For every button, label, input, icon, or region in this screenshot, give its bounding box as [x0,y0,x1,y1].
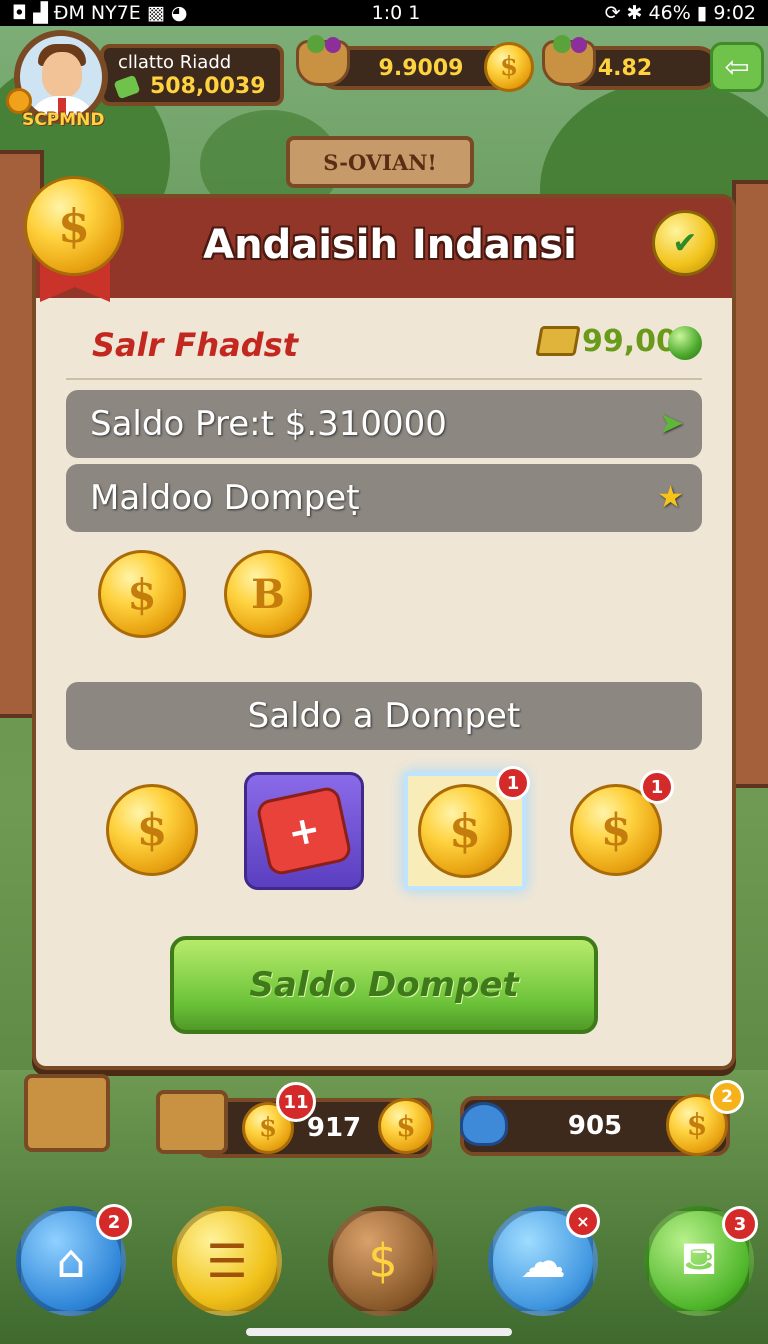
status-left: ◘ ▟ ÐM NY7E ▩ ◕ [12,2,188,24]
sign-label: S-OVIAN! [323,149,437,175]
wallet-row-label: Saldo a Dompet [247,696,521,736]
status-right-icons: ⟳ ✱ [604,2,643,24]
exit-arrow-icon: ⇦ [724,49,750,85]
rank-label: SCPMND [22,110,105,130]
blue-gem-icon [460,1102,508,1146]
dice-icon: + [255,785,353,877]
notification-badge: 1 [640,770,674,804]
balance-row-1[interactable]: Saldo Pre:t $.310000 ➤ [66,390,702,458]
notification-badge: 2 [96,1204,132,1240]
map-chest-icon[interactable] [24,1074,110,1152]
status-bar: ◘ ▟ ÐM NY7E ▩ ◕ 1:0 1 ⟳ ✱ 46% ▮ 9:02 [0,0,768,26]
fruit-basket-icon [542,35,596,86]
profile-panel[interactable]: cllatto Riadd 508,0039 [100,44,284,106]
home-indicator[interactable] [246,1328,512,1336]
wallet-button[interactable]: Saldo Dompet [170,936,598,1034]
cash-green-icon [113,74,141,100]
clock: 9:02 [713,2,756,24]
coin-icon: $ [378,1098,434,1154]
notification-badge: 3 [722,1206,758,1242]
cards-icon: ☰ [206,1234,248,1288]
battery-percent: 46% [648,2,691,24]
coin-shop-button[interactable]: $ [328,1206,438,1316]
fruit-basket-icon [296,35,350,86]
coin-icon: $ [484,42,534,92]
sign-banner: S-OVIAN! [286,136,474,188]
notification-badge: 11 [276,1082,316,1122]
notification-badge: × [566,1204,600,1238]
dice-item-tile[interactable]: + [244,772,364,890]
ghost-icon: ☁ [520,1234,566,1288]
coin-dollar-icon[interactable]: $ [106,784,198,876]
cash-stack-icon [535,326,581,356]
coin-b-icon[interactable]: B [224,550,312,638]
resource-bar-2-value: 4.82 [597,55,653,81]
status-center: 1:0 1 [371,2,421,24]
balance-row-2-label: Maldoo Dompeṭ [90,478,360,518]
player-name: cllatto Riadd [118,52,232,73]
treasure-chest-icon[interactable] [156,1090,228,1154]
coin-dollar-icon[interactable]: $ [98,550,186,638]
cards-button[interactable]: ☰ [172,1206,282,1316]
balance-row-1-label: Saldo Pre:t $.310000 [90,404,447,444]
gem-counter-value: 905 [567,1111,623,1141]
cash-value: 99,00 [582,324,677,359]
home-icon: ⌂ [56,1234,86,1288]
resource-bar-1-value: 9.9009 [378,55,464,81]
coin-icon: $ [368,1234,398,1288]
star-icon: ★ [657,480,684,515]
house-right-decoration [732,180,768,788]
dialog-title: Andaisih Indansi [203,222,577,268]
balance-row-2[interactable]: Maldoo Dompeṭ ★ [66,464,702,532]
divider [66,378,702,380]
wallet-button-label: Saldo Dompet [249,965,519,1005]
confirm-button[interactable]: ✔ [652,210,718,276]
avatar-face [42,52,82,98]
coin-dollar-icon[interactable]: $ [418,784,512,878]
notification-badge: 1 [496,766,530,800]
wallet-row[interactable]: Saldo a Dompet [66,682,702,750]
green-gem-icon [668,326,702,360]
battery-icon: ▮ [696,2,708,24]
check-icon: ➤ [658,406,684,441]
status-right: ⟳ ✱ 46% ▮ 9:02 [605,2,756,24]
coin-counter-value: 917 [306,1113,362,1143]
player-balance: 508,0039 [150,74,266,99]
cup-icon: ⛾ [680,1231,718,1285]
check-icon: ✔ [672,225,698,261]
coin-stack-icon: $ [24,176,124,276]
section-title: Salr Fhadst [92,326,299,364]
exit-button[interactable]: ⇦ [710,42,764,92]
notification-badge: 2 [710,1080,744,1114]
